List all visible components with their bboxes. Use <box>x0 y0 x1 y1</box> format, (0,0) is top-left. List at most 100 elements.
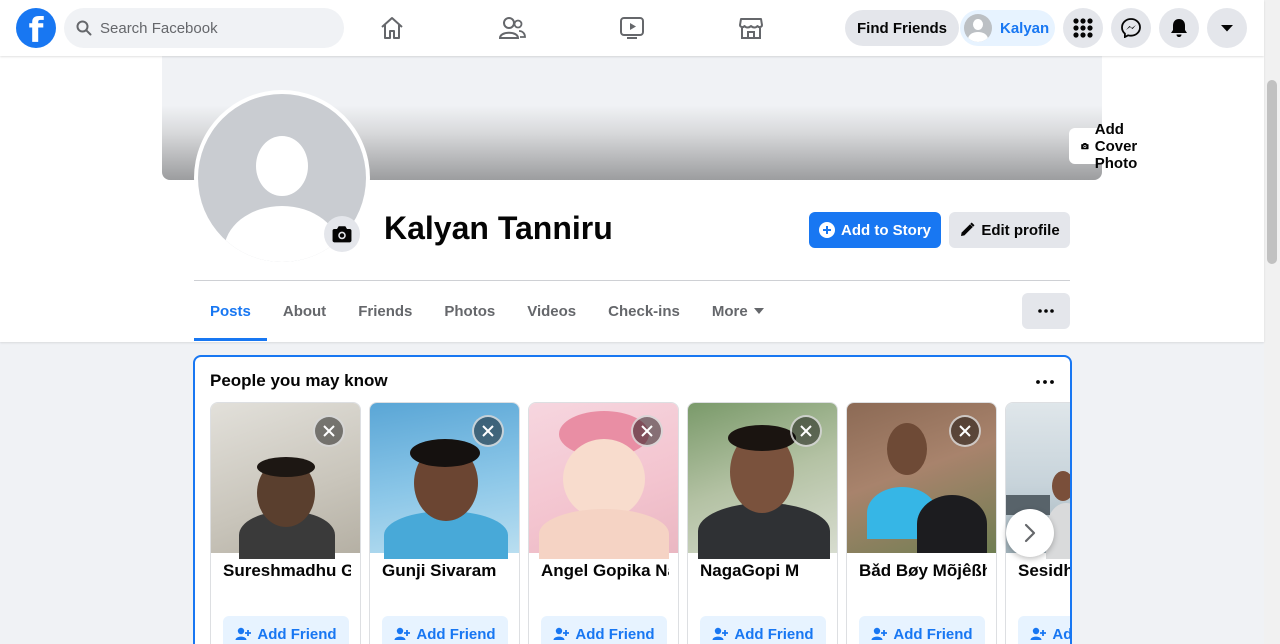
dismiss-button[interactable] <box>631 415 663 447</box>
close-icon <box>959 425 971 437</box>
person-photo <box>529 403 678 559</box>
plus-circle-icon <box>819 222 835 238</box>
photo-legs <box>917 495 987 553</box>
add-friend-button[interactable]: Add Friend <box>382 616 508 644</box>
camera-icon <box>332 226 352 243</box>
add-friend-label: Add Friend <box>734 625 814 643</box>
friends-icon <box>498 17 526 39</box>
profile-tabs: Posts About Friends Photos Videos Check-… <box>194 282 780 342</box>
nav-friends[interactable] <box>482 8 542 48</box>
add-friend-label: Add Friend <box>1052 625 1072 643</box>
nav-watch[interactable] <box>602 8 662 48</box>
photo-silhouette-hair <box>257 457 315 477</box>
add-friend-label: Add Friend <box>575 625 655 643</box>
close-icon <box>800 425 812 437</box>
add-to-story-label: Add to Story <box>841 221 931 239</box>
add-friend-button[interactable]: Add Friend <box>1018 616 1072 644</box>
photo-silhouette-head <box>1052 471 1070 501</box>
profile-header: Add Cover Photo Kalyan Tanniru Add to St… <box>0 56 1264 342</box>
search-box[interactable] <box>64 8 344 48</box>
add-to-story-button[interactable]: Add to Story <box>809 212 941 248</box>
add-cover-photo-button[interactable]: Add Cover Photo <box>1069 121 1160 172</box>
dismiss-button[interactable] <box>313 415 345 447</box>
pymk-card[interactable]: Sureshmadhu Gu Add Friend <box>210 402 361 644</box>
update-profile-picture-button[interactable] <box>324 216 360 252</box>
pymk-card[interactable]: Bǎd Bøy Mõjêßh Add Friend <box>846 402 997 644</box>
add-friend-button[interactable]: Add Friend <box>223 616 349 644</box>
facebook-logo[interactable]: f <box>16 8 56 48</box>
menu-button[interactable] <box>1063 8 1103 48</box>
add-friend-icon <box>394 627 411 640</box>
tab-label: Friends <box>358 302 413 320</box>
pymk-card[interactable]: Angel Gopika Na Add Friend <box>528 402 679 644</box>
add-cover-photo-label: Add Cover Photo <box>1094 120 1138 172</box>
profile-more-options-button[interactable] <box>1022 293 1070 329</box>
photo-silhouette-hair <box>728 425 796 451</box>
person-photo <box>847 403 996 553</box>
person-name[interactable]: NagaGopi M <box>700 561 828 581</box>
edit-profile-button[interactable]: Edit profile <box>949 212 1070 248</box>
photo-silhouette-head <box>887 423 927 475</box>
tab-label: More <box>711 302 748 320</box>
pymk-next-button[interactable] <box>1006 509 1054 557</box>
tab-posts[interactable]: Posts <box>194 282 267 341</box>
add-friend-icon <box>712 627 729 640</box>
tab-videos[interactable]: Videos <box>511 282 592 340</box>
add-friend-button[interactable]: Add Friend <box>859 616 985 644</box>
account-menu-button[interactable] <box>1207 8 1247 48</box>
add-friend-label: Add Friend <box>416 625 496 643</box>
pymk-card[interactable]: NagaGopi M Add Friend <box>687 402 838 644</box>
notifications-icon <box>1171 19 1187 37</box>
search-input[interactable] <box>100 19 320 37</box>
dismiss-button[interactable] <box>790 415 822 447</box>
person-name[interactable]: Bǎd Bøy Mõjêßh <box>859 561 987 581</box>
add-friend-icon <box>871 627 888 640</box>
tab-more[interactable]: More <box>696 282 780 340</box>
person-photo <box>688 403 837 559</box>
person-name[interactable]: Sesidhar <box>1018 561 1070 581</box>
avatar <box>964 14 992 42</box>
header-divider <box>194 280 1070 281</box>
pymk-options-button[interactable] <box>1036 371 1054 389</box>
tab-about[interactable]: About <box>267 282 342 340</box>
notifications-button[interactable] <box>1159 8 1199 48</box>
avatar-head-silhouette <box>256 136 308 196</box>
more-dots-icon <box>1038 309 1054 313</box>
add-friend-button[interactable]: Add Friend <box>541 616 667 644</box>
pymk-card[interactable]: Gunji Sivaram Add Friend <box>369 402 520 644</box>
close-icon <box>482 425 494 437</box>
account-caret-icon <box>1221 25 1233 32</box>
page-scrollbar[interactable] <box>1264 0 1280 644</box>
tab-friends[interactable]: Friends <box>342 282 428 340</box>
pymk-cards: Sureshmadhu Gu Add Friend Gunji Sivaram … <box>210 402 1072 644</box>
edit-profile-label: Edit profile <box>981 221 1060 239</box>
find-friends-button[interactable]: Find Friends <box>845 10 959 46</box>
person-name[interactable]: Angel Gopika Na <box>541 561 669 581</box>
nav-home[interactable] <box>362 8 422 48</box>
dismiss-button[interactable] <box>949 415 981 447</box>
add-friend-icon <box>553 627 570 640</box>
photo-silhouette-body <box>539 509 669 559</box>
tab-photos[interactable]: Photos <box>428 282 511 340</box>
people-you-may-know: People you may know Sureshmadhu Gu Add F… <box>193 355 1072 644</box>
dismiss-button[interactable] <box>472 415 504 447</box>
add-friend-button[interactable]: Add Friend <box>700 616 826 644</box>
facebook-logo-letter: f <box>28 11 44 48</box>
tab-label: Videos <box>527 302 577 320</box>
person-name[interactable]: Gunji Sivaram <box>382 561 510 581</box>
watch-icon <box>620 17 644 39</box>
person-name[interactable]: Sureshmadhu Gu <box>223 561 351 581</box>
scrollbar-thumb[interactable] <box>1267 80 1277 264</box>
profile-chip[interactable]: Kalyan <box>960 10 1055 46</box>
camera-icon <box>1081 142 1089 150</box>
photo-silhouette-head <box>563 439 645 519</box>
tab-check-ins[interactable]: Check-ins <box>592 282 696 340</box>
nav-marketplace[interactable] <box>721 8 781 48</box>
profile-name: Kalyan Tanniru <box>384 210 613 246</box>
messenger-button[interactable] <box>1111 8 1151 48</box>
messenger-icon <box>1121 18 1141 38</box>
tab-label: About <box>282 302 327 320</box>
more-dots-icon <box>1036 380 1054 384</box>
close-icon <box>323 425 335 437</box>
avatar-body-silhouette <box>224 206 340 262</box>
